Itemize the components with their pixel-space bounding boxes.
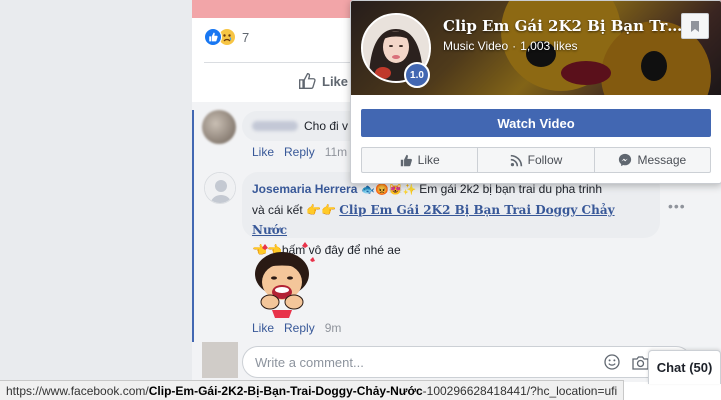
follow-button[interactable]: Follow: [477, 148, 593, 172]
emoji-icon[interactable]: [604, 354, 620, 370]
page-category: Music Video: [443, 39, 509, 53]
comment-actions: Like Reply 9m: [252, 321, 341, 335]
more-options-icon[interactable]: •••: [668, 198, 686, 214]
page-name-link[interactable]: Clip Em Gái 2K2 Bị Bạn Trai...: [443, 17, 683, 35]
status-url-path: Clip-Em-Gái-2K2-Bị-Bạn-Trai-Doggy-Chảy-N…: [148, 383, 423, 398]
thumbs-up-icon: [400, 154, 412, 166]
comment-composer: Write a comment... GIF: [192, 342, 721, 382]
browser-status-bar: https://www.facebook.com/Clip-Em-Gái-2K2…: [0, 380, 625, 400]
watch-video-button[interactable]: Watch Video: [361, 109, 711, 137]
post-like-label: Like: [322, 73, 349, 89]
comment-thread-line: [192, 110, 194, 342]
page-likes-count: 1,003 likes: [520, 39, 578, 53]
blurred-commenter-name[interactable]: [252, 121, 298, 131]
message-label: Message: [637, 153, 687, 167]
emoji-group-icon: 🐟😡😻✨: [361, 184, 420, 196]
sticker-image: [242, 240, 322, 320]
save-button[interactable]: [681, 13, 709, 39]
chat-sidebar-tab[interactable]: Chat (50): [648, 350, 721, 384]
like-reaction-icon: [204, 28, 222, 46]
page-hovercard: 1.0 Clip Em Gái 2K2 Bị Bạn Trai... Music…: [350, 0, 721, 184]
commenter-avatar[interactable]: [202, 110, 236, 144]
camera-icon[interactable]: [632, 355, 649, 370]
comment-actions: Like Reply 11m: [252, 145, 347, 159]
comment-text: và cái kết: [252, 203, 303, 217]
comment-timestamp[interactable]: 11m: [325, 145, 347, 159]
messenger-icon: [619, 153, 632, 167]
comment-timestamp[interactable]: 9m: [325, 321, 342, 335]
bookmark-icon: [691, 20, 699, 32]
rating-badge: 1.0: [404, 62, 430, 88]
message-button[interactable]: Message: [593, 148, 710, 172]
comment-like-link[interactable]: Like: [252, 145, 274, 159]
meta-separator: ·: [512, 39, 517, 53]
comment-like-link[interactable]: Like: [252, 321, 274, 335]
status-url-prefix: https://www.facebook.com/: [6, 383, 149, 398]
post-like-button[interactable]: Like: [298, 72, 348, 90]
reaction-summary[interactable]: 7: [204, 28, 249, 46]
follow-label: Follow: [527, 153, 563, 167]
page-like-button[interactable]: Like: [362, 148, 477, 172]
pointing-hand-icon: 👉👉: [306, 203, 336, 217]
comment-text: Em gái 2k2 bị bạn trai du pha trinh: [419, 182, 603, 196]
status-url-suffix: -100296628418441/?hc_location=ufi: [422, 383, 618, 398]
page-actions: Like Follow Message: [361, 147, 711, 173]
page-meta: Music Video · 1,003 likes: [443, 39, 578, 53]
comment-text: Cho đi v: [304, 119, 349, 133]
rss-follow-icon: [510, 154, 522, 166]
comment-reply-link[interactable]: Reply: [284, 321, 315, 335]
comment-input[interactable]: Write a comment... GIF: [242, 346, 692, 378]
comment-author-link[interactable]: Josemaria Herrera: [252, 182, 357, 196]
comment-reply-link[interactable]: Reply: [284, 145, 315, 159]
reaction-count: 7: [242, 29, 250, 45]
comment-input-placeholder: Write a comment...: [255, 354, 364, 370]
user-avatar: [202, 342, 238, 378]
commenter-avatar[interactable]: [204, 172, 236, 204]
page-like-label: Like: [417, 153, 440, 167]
thumbs-up-icon: [299, 73, 316, 89]
